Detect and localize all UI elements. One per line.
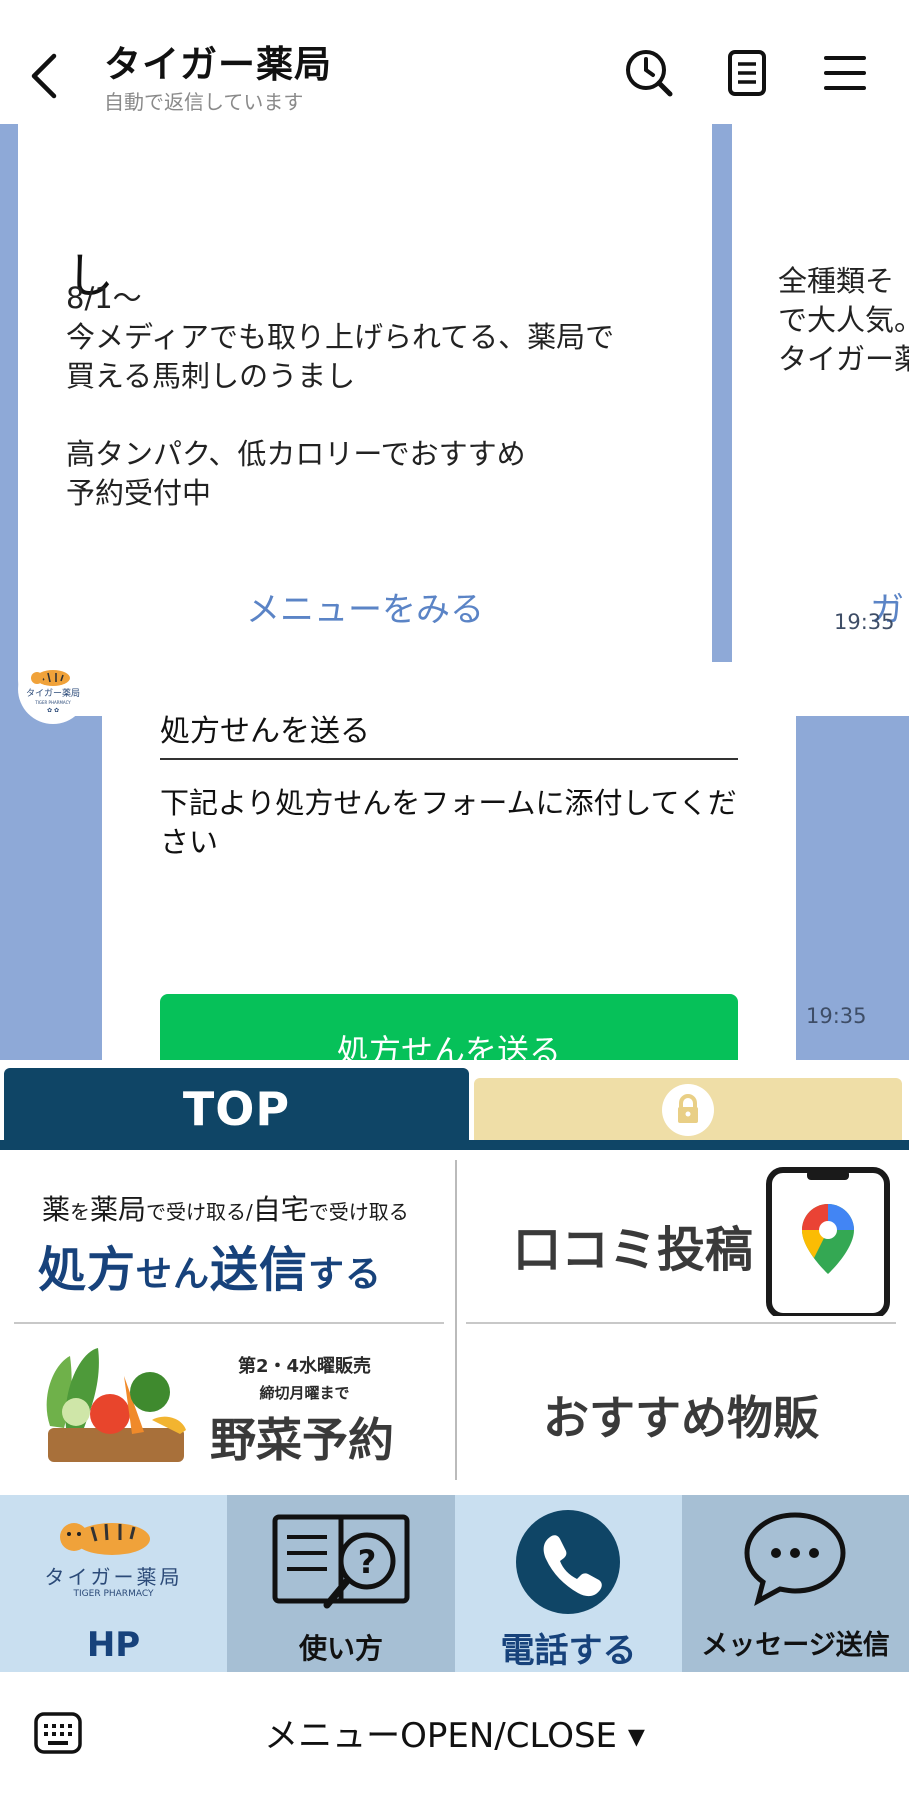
veg-tile-title: 野菜予約	[210, 1413, 394, 1467]
prescription-message: 処方せんを送る 下記より処方せんをフォームに添付してください 処方せんを送る	[102, 662, 796, 1060]
message-time: 19:35	[806, 1004, 867, 1028]
tab-underline	[0, 1140, 909, 1150]
notes-icon[interactable]	[720, 46, 774, 100]
svg-text:✿ ✿: ✿ ✿	[47, 707, 59, 714]
rx-tile-caption: 薬を薬局で受け取る/自宅で受け取る	[42, 1193, 409, 1226]
chat-area[interactable]: し 8/1～ 今メディアでも取り上げられてる、薬局で 買える馬刺しのうまし 高タ…	[0, 124, 909, 1060]
send-prescription-button[interactable]: 処方せんを送る	[160, 994, 738, 1060]
divider	[160, 758, 738, 760]
tiger-logo-icon	[60, 1523, 150, 1555]
menu-icon[interactable]	[818, 46, 872, 100]
view-menu-link[interactable]: メニューをみる	[18, 582, 712, 631]
message-label: メッセージ送信	[701, 1630, 890, 1661]
back-arrow-icon[interactable]	[24, 48, 64, 104]
howto-label: 使い方	[298, 1632, 383, 1665]
manual-help-icon: ?	[272, 1514, 410, 1609]
tab-locked[interactable]	[474, 1078, 902, 1142]
rich-menu: TOP 薬を薬局で受け取る/自宅で受け取る 処方せん送信する 口コミ投稿 第2・…	[0, 1060, 909, 1672]
call-label: 電話する	[500, 1631, 637, 1671]
message-text: 下記より処方せんをフォームに添付してください	[160, 786, 737, 859]
message-title: 処方せんを送る	[160, 714, 370, 749]
hp-button[interactable]: タイガー薬局 TIGER PHARMACY HP	[0, 1495, 227, 1672]
tiger-logo-icon: タイガー薬局 TIGER PHARMACY ✿ ✿	[26, 670, 80, 714]
phone-map-icon	[766, 1167, 890, 1316]
carousel-card: し 8/1～ 今メディアでも取り上げられてる、薬局で 買える馬刺しのうまし 高タ…	[18, 124, 712, 716]
goods-tile-title: おすすめ物販	[543, 1391, 819, 1445]
rich-menu-grid: 薬を薬局で受け取る/自宅で受け取る 処方せん送信する 口コミ投稿 第2・4水曜販…	[0, 1150, 909, 1495]
chat-subtitle: 自動で返信しています	[104, 90, 304, 114]
rich-menu-bottom-row: タイガー薬局 TIGER PHARMACY HP ? 使い方 電話する メッセー…	[0, 1495, 909, 1672]
lock-icon	[662, 1084, 714, 1136]
hp-logo-sub: TIGER PHARMACY	[73, 1589, 154, 1599]
chat-bubble-icon	[744, 1512, 846, 1606]
rich-menu-tabs: TOP	[0, 1060, 909, 1150]
avatar-name: タイガー薬局	[26, 687, 80, 699]
message-button[interactable]: メッセージ送信	[682, 1495, 909, 1672]
rx-tile-title: 処方せん送信する	[38, 1242, 383, 1298]
avatar[interactable]: タイガー薬局 TIGER PHARMACY ✿ ✿	[18, 654, 88, 724]
call-button[interactable]: 電話する	[455, 1495, 682, 1672]
vegetables-icon	[46, 1348, 186, 1462]
chat-header: タイガー薬局 自動で返信しています	[0, 0, 909, 124]
vegetable-order-tile[interactable]: 第2・4水曜販売 締切月曜まで 野菜予約	[0, 1324, 455, 1495]
message-time: 19:35	[834, 610, 895, 634]
recommended-goods-tile[interactable]: おすすめ物販	[457, 1324, 909, 1495]
hp-logo-text: タイガー薬局	[44, 1565, 183, 1589]
svg-text:?: ?	[358, 1543, 377, 1581]
review-post-tile[interactable]: 口コミ投稿	[457, 1150, 909, 1322]
menu-footer: メニューOPEN/CLOSE ▾	[0, 1672, 909, 1801]
howto-button[interactable]: ? 使い方	[227, 1495, 455, 1672]
avatar-sub: TIGER PHARMACY	[34, 700, 71, 705]
hp-label: HP	[86, 1625, 141, 1665]
review-tile-title: 口コミ投稿	[513, 1222, 754, 1278]
clock-search-icon[interactable]	[622, 46, 676, 100]
chat-title: タイガー薬局	[104, 43, 332, 86]
tab-top[interactable]: TOP	[4, 1068, 469, 1150]
card-body: 8/1～ 今メディアでも取り上げられてる、薬局で 買える馬刺しのうまし 高タンパ…	[66, 281, 615, 510]
phone-icon	[516, 1510, 620, 1614]
veg-tile-caption: 第2・4水曜販売 締切月曜まで	[238, 1356, 372, 1402]
menu-toggle-button[interactable]: メニューOPEN/CLOSE ▾	[0, 1708, 909, 1757]
card-body: 全種類そ で大人気。 タイガー薬	[778, 264, 909, 376]
prescription-send-tile[interactable]: 薬を薬局で受け取る/自宅で受け取る 処方せん送信する	[0, 1150, 455, 1322]
